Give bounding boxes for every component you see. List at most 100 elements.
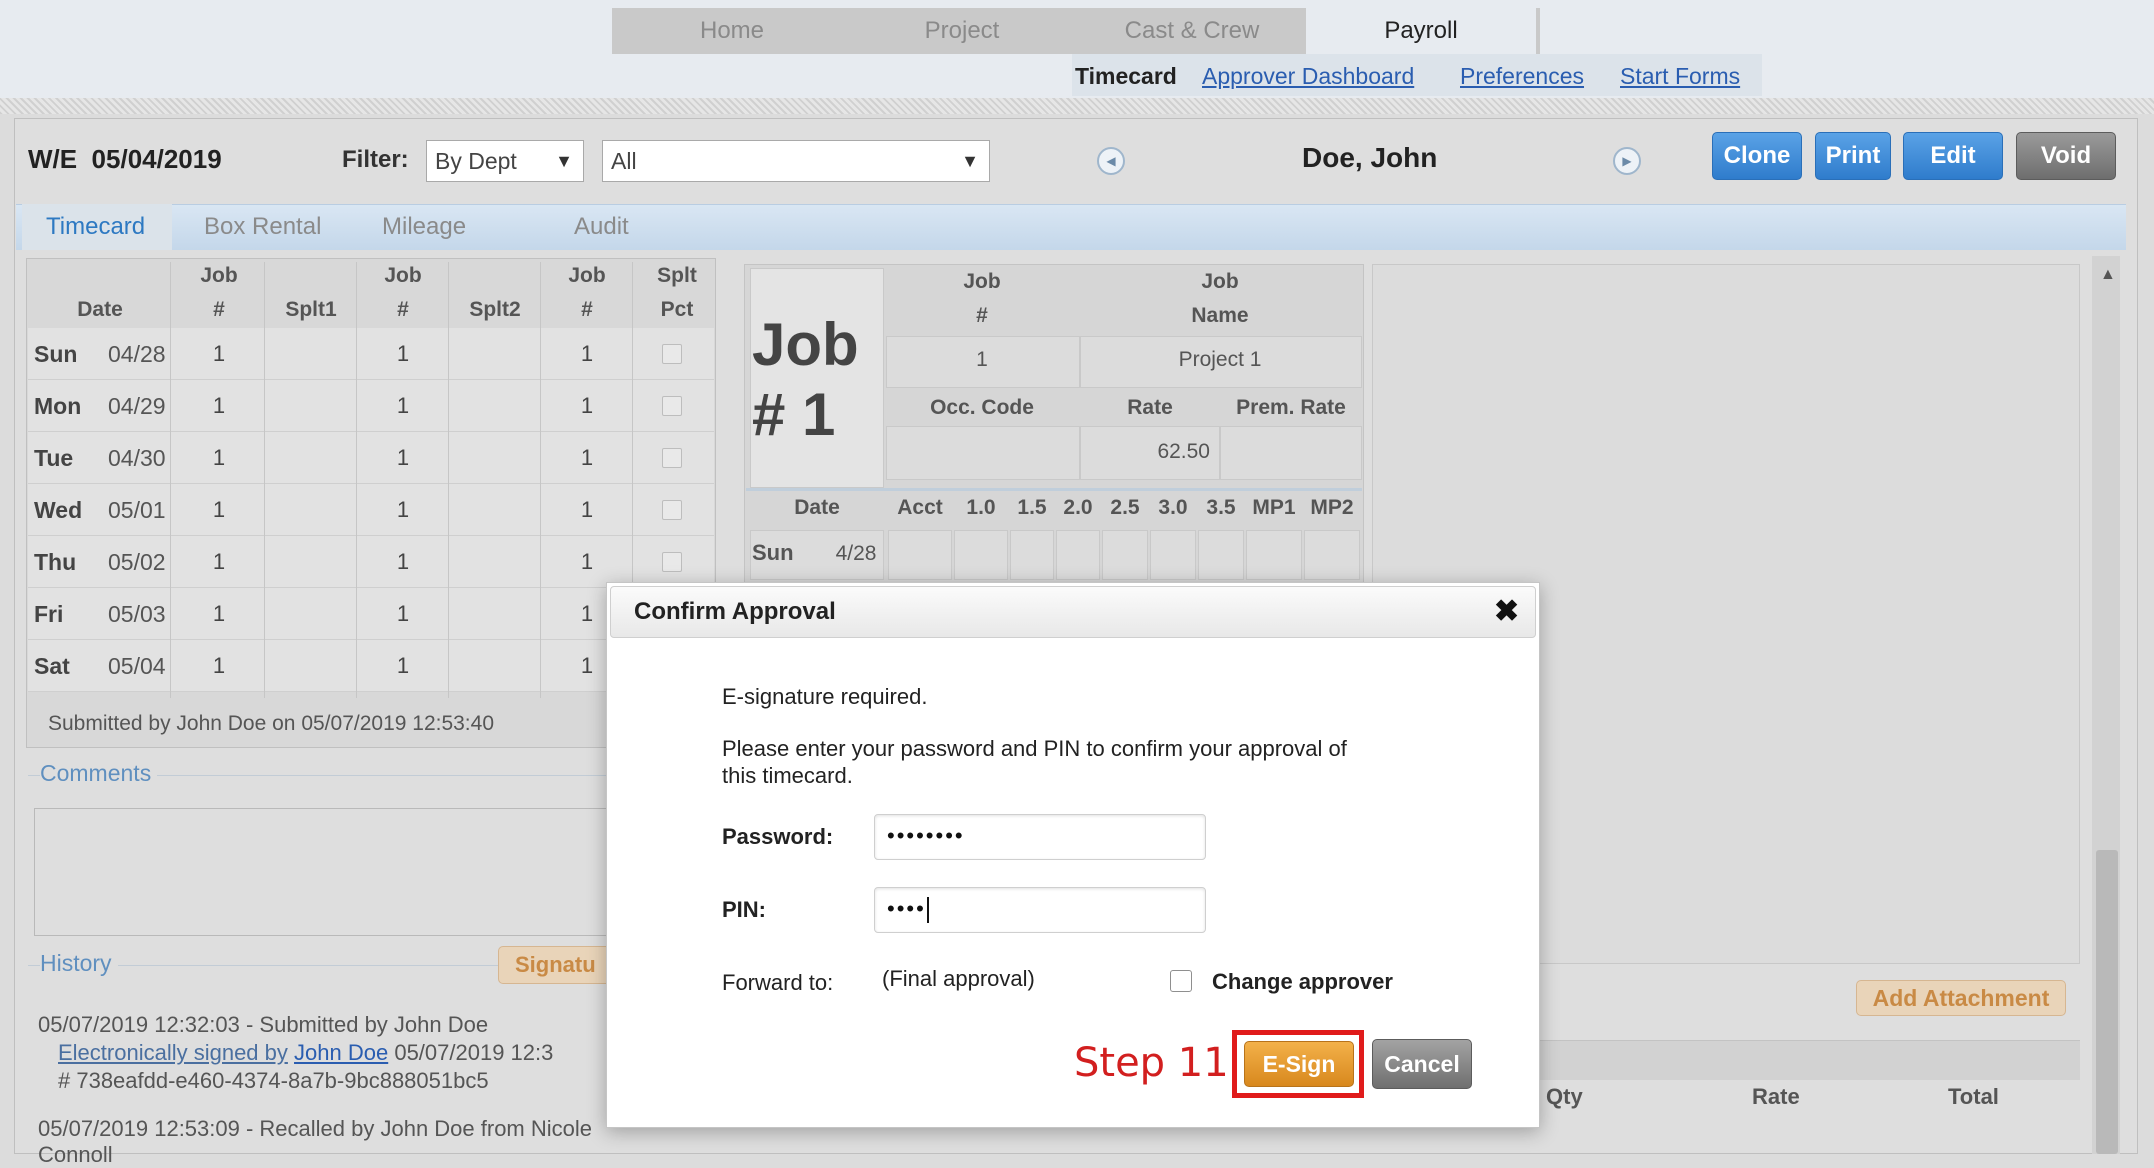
- tab-home[interactable]: Home: [632, 8, 832, 54]
- history-entry-2-time: 05/07/2019 12:3: [388, 1040, 554, 1065]
- filter-dept-select[interactable]: By Dept ▼: [426, 140, 584, 182]
- job-date-col-header: Acct: [897, 496, 943, 519]
- history-label: History: [40, 950, 118, 977]
- password-label: Password:: [722, 824, 834, 849]
- close-icon[interactable]: ✖: [1494, 596, 1519, 628]
- col-head-job1-num: #: [213, 298, 225, 321]
- signer-link[interactable]: John Doe: [294, 1040, 388, 1065]
- subnav-approver-dashboard[interactable]: Approver Dashboard: [1202, 56, 1414, 96]
- job-day-cell[interactable]: [1246, 530, 1302, 580]
- scrollbar-thumb[interactable]: [2096, 850, 2118, 1154]
- row-day: Sat: [34, 653, 70, 679]
- job-row-day: Sun: [752, 540, 794, 565]
- col-head-job1: Job: [200, 264, 238, 287]
- job-date-col-header: 2.0: [1063, 496, 1093, 519]
- row-date: 05/04: [108, 653, 166, 679]
- change-approver-label[interactable]: Change approver: [1212, 969, 1393, 995]
- history-entry-3: # 738eafdd-e460-4374-8a7b-9bc888051bc5: [58, 1068, 489, 1093]
- clone-button[interactable]: Clone: [1712, 132, 1802, 180]
- row-date: 04/29: [108, 393, 166, 419]
- row-day: Mon: [34, 393, 82, 419]
- print-button[interactable]: Print: [1815, 132, 1891, 180]
- job-day-cell[interactable]: [1056, 530, 1100, 580]
- row-date: 05/02: [108, 549, 166, 575]
- dialog-title: Confirm Approval: [634, 598, 836, 625]
- prem-rate-cell: [1220, 426, 1362, 480]
- chevron-down-icon: ▼: [961, 151, 979, 171]
- att-col-total: Total: [1948, 1084, 1999, 1109]
- job-big-label: Job # 1: [752, 310, 859, 450]
- split-checkbox[interactable]: [662, 552, 682, 572]
- comments-label: Comments: [40, 760, 158, 787]
- row-job1: 1: [212, 601, 226, 626]
- void-button[interactable]: Void: [2016, 132, 2116, 180]
- history-entry-1: 05/07/2019 12:32:03 - Submitted by John …: [38, 1012, 489, 1037]
- edit-button[interactable]: Edit: [1903, 132, 2003, 180]
- employee-name: Doe, John: [1302, 142, 1438, 173]
- job-day-cell[interactable]: [954, 530, 1008, 580]
- job-date-col-header: Date: [794, 496, 840, 519]
- tab-box-rental[interactable]: Box Rental: [204, 210, 321, 244]
- row-date: 05/01: [108, 497, 166, 523]
- job-num-value: 1: [976, 348, 988, 371]
- tab-project[interactable]: Project: [862, 8, 1062, 54]
- job-grid-divider: [746, 488, 1362, 491]
- subnav-timecard[interactable]: Timecard: [1075, 56, 1177, 96]
- pin-field[interactable]: ••••: [874, 887, 1206, 933]
- split-checkbox[interactable]: [662, 396, 682, 416]
- job-day-cell[interactable]: [888, 530, 952, 580]
- row-date: 05/03: [108, 601, 166, 627]
- job-date-col-header: 3.0: [1158, 496, 1188, 519]
- att-col-rate: Rate: [1752, 1084, 1800, 1109]
- change-approver-checkbox[interactable]: [1170, 970, 1192, 992]
- col-head-splt2: Splt2: [469, 298, 521, 321]
- row-job3: 1: [580, 393, 594, 418]
- split-checkbox[interactable]: [662, 344, 682, 364]
- job-day-cell[interactable]: [1010, 530, 1054, 580]
- submitted-status: Submitted by John Doe on 05/07/2019 12:5…: [48, 712, 495, 735]
- job-date-col-header: 2.5: [1110, 496, 1140, 519]
- occ-code-cell: [886, 426, 1080, 480]
- job-day-cell[interactable]: [1304, 530, 1360, 580]
- cancel-button[interactable]: Cancel: [1372, 1039, 1472, 1089]
- esigned-link[interactable]: Electronically signed by: [58, 1040, 288, 1065]
- tab-audit[interactable]: Audit: [574, 210, 629, 244]
- job-day-cell[interactable]: [1102, 530, 1148, 580]
- job-head-job2: Job: [1201, 270, 1239, 293]
- password-field[interactable]: ••••••••: [874, 814, 1206, 860]
- row-job2: 1: [396, 341, 410, 366]
- tab-cast-crew[interactable]: Cast & Crew: [1092, 8, 1292, 54]
- password-value: ••••••••: [887, 823, 965, 848]
- chevron-down-icon: ▼: [555, 151, 573, 171]
- tab-mileage[interactable]: Mileage: [382, 210, 466, 244]
- tab-payroll[interactable]: Payroll: [1306, 8, 1536, 54]
- job-day-cell[interactable]: [1198, 530, 1244, 580]
- grid-divider: [170, 262, 171, 698]
- add-attachment-button[interactable]: Add Attachment: [1856, 980, 2066, 1016]
- forward-to-label: Forward to:: [722, 970, 834, 995]
- pin-value: ••••: [887, 896, 926, 921]
- scroll-up-icon[interactable]: ▲: [2100, 266, 2116, 284]
- job-day-cell[interactable]: [1150, 530, 1196, 580]
- job-big-label-line2: # 1: [752, 381, 836, 448]
- row-day: Wed: [34, 497, 83, 523]
- split-checkbox[interactable]: [662, 448, 682, 468]
- job-row-date: 4/28: [835, 542, 877, 565]
- row-date: 04/28: [108, 341, 166, 367]
- subnav-preferences[interactable]: Preferences: [1460, 56, 1584, 96]
- comments-textarea[interactable]: [34, 808, 624, 936]
- job-name-value: Project 1: [1178, 348, 1262, 371]
- tab-timecard[interactable]: Timecard: [46, 210, 145, 244]
- grid-divider: [448, 262, 449, 698]
- prev-employee-icon[interactable]: ◀: [1097, 147, 1125, 175]
- col-head-date: Date: [77, 298, 123, 321]
- job-date-col-header: MP1: [1252, 496, 1296, 519]
- job-date-col-header: MP2: [1310, 496, 1354, 519]
- subnav-start-forms[interactable]: Start Forms: [1620, 56, 1740, 96]
- row-day: Thu: [34, 549, 77, 575]
- row-job1: 1: [212, 341, 226, 366]
- filter-scope-select[interactable]: All ▼: [602, 140, 990, 182]
- next-employee-icon[interactable]: ▶: [1613, 147, 1641, 175]
- split-checkbox[interactable]: [662, 500, 682, 520]
- esign-button[interactable]: E-Sign: [1244, 1041, 1354, 1087]
